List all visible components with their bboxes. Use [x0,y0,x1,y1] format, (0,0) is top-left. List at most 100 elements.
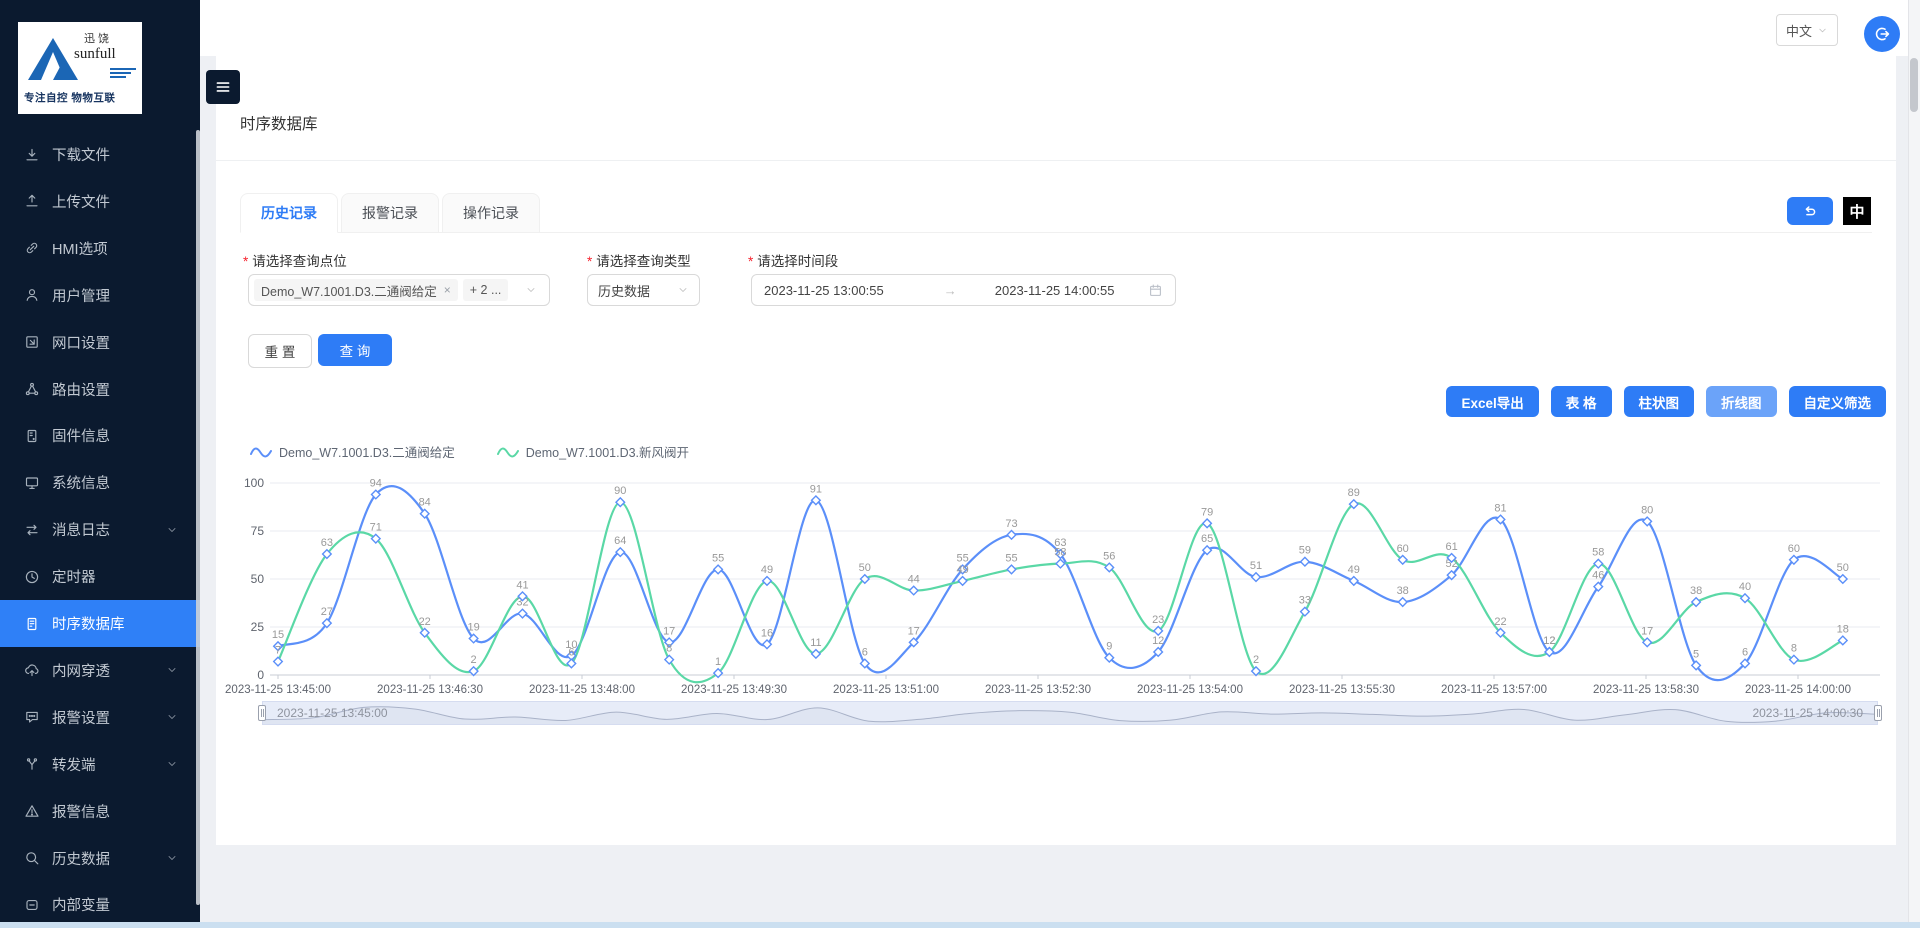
svg-text:2023-11-25 13:51:00: 2023-11-25 13:51:00 [833,684,939,696]
svg-text:19: 19 [467,622,479,634]
svg-text:79: 79 [1201,506,1213,518]
sidebar-item-upload[interactable]: 上传文件 [0,178,200,225]
svg-text:63: 63 [321,537,333,549]
chart-toolbar-button-3[interactable]: 折线图 [1706,386,1777,417]
type-select-value: 历史数据 [598,281,650,300]
datazoom-right-handle[interactable] [1874,705,1882,721]
datazoom-left-handle[interactable] [258,705,266,721]
svg-text:40: 40 [1739,581,1751,593]
undo-button[interactable] [1787,197,1833,225]
nat-icon [24,662,40,678]
sidebar-item-link[interactable]: HMI选项 [0,225,200,272]
legend-label: Demo_W7.1001.D3.二通阀给定 [279,442,455,461]
legend-wave-icon [250,445,272,459]
svg-text:2023-11-25 13:55:30: 2023-11-25 13:55:30 [1289,684,1395,696]
tab-0[interactable]: 历史记录 [240,193,338,233]
svg-text:64: 64 [614,535,626,547]
chevron-down-icon [1817,25,1828,36]
legend-item-1[interactable]: Demo_W7.1001.D3.新风阀开 [497,442,689,461]
datazoom-slider[interactable]: 2023-11-25 13:45:00 2023-11-25 14:00:30 [262,701,1878,725]
sidebar-item-download[interactable]: 下载文件 [0,131,200,178]
sidebar-item-label: 定时器 [52,566,96,587]
chevron-down-icon [166,664,178,676]
sidebar-item-system[interactable]: 系统信息 [0,459,200,506]
chart-toolbar-button-1[interactable]: 表 格 [1551,386,1612,417]
sidebar-collapse-button[interactable] [206,70,240,104]
datazoom-preview-wave [263,702,1877,724]
svg-text:51: 51 [1250,560,1262,572]
tsdb-icon [24,616,40,632]
language-toggle-button[interactable]: 中 [1843,197,1871,225]
sidebar-scrollbar[interactable] [196,130,200,905]
sidebar-item-nat[interactable]: 内网穿透 [0,647,200,694]
svg-text:1: 1 [715,656,721,668]
sidebar-item-alarm-info[interactable]: 报警信息 [0,788,200,835]
point-multiselect[interactable]: Demo_W7.1001.D3.二通阀给定 × + 2 ... [248,274,550,306]
sidebar-item-label: 消息日志 [52,519,110,540]
sidebar-item-alarm-config[interactable]: 报警设置 [0,694,200,741]
range-start-value[interactable]: 2023-11-25 13:00:55 [764,283,884,298]
svg-text:59: 59 [1299,545,1311,557]
svg-text:22: 22 [419,616,431,628]
horizontal-scrollbar[interactable] [0,922,1920,928]
chart-toolbar-button-4[interactable]: 自定义筛选 [1789,386,1887,417]
chart-toolbar-button-0[interactable]: Excel导出 [1446,386,1538,417]
sidebar-item-variable[interactable]: 内部变量 [0,881,200,928]
sidebar-item-user[interactable]: 用户管理 [0,272,200,319]
required-asterisk: * [748,254,753,269]
user-icon [24,287,40,303]
more-points-tag[interactable]: + 2 ... [463,279,509,301]
chevron-down-icon [166,852,178,864]
page-scrollbar[interactable] [1908,0,1920,928]
svg-text:50: 50 [859,562,871,574]
legend-item-0[interactable]: Demo_W7.1001.D3.二通阀给定 [250,442,455,461]
svg-text:7: 7 [275,645,281,657]
query-button[interactable]: 查 询 [318,334,392,366]
sidebar-item-label: 用户管理 [52,285,110,306]
type-select[interactable]: 历史数据 [587,274,700,306]
svg-text:2023-11-25 13:45:00: 2023-11-25 13:45:00 [225,684,331,696]
brand-name-en: sunfull [74,46,116,63]
chart-toolbar-button-2[interactable]: 柱状图 [1624,386,1695,417]
svg-text:12: 12 [1152,635,1164,647]
svg-text:2023-11-25 13:46:30: 2023-11-25 13:46:30 [377,684,483,696]
menu-list-icon [214,78,232,96]
legend-label: Demo_W7.1001.D3.新风阀开 [526,442,689,461]
sidebar-item-log[interactable]: 消息日志 [0,506,200,553]
sidebar-item-label: 网口设置 [52,332,110,353]
language-select[interactable]: 中文 [1776,14,1838,46]
sidebar-item-label: HMI选项 [52,238,108,259]
range-end-value[interactable]: 2023-11-25 14:00:55 [995,283,1115,298]
svg-text:15: 15 [272,629,284,641]
content-card: 时序数据库 历史记录报警记录操作记录 中 *请选择查询点位 *请选择查询类型 *… [216,56,1896,845]
svg-text:75: 75 [251,524,265,538]
svg-text:46: 46 [1592,570,1604,582]
sidebar-item-forward[interactable]: 转发端 [0,741,200,788]
sidebar-item-port[interactable]: 网口设置 [0,319,200,366]
reset-button[interactable]: 重 置 [248,334,312,368]
sidebar-item-label: 下载文件 [52,144,110,165]
sidebar-item-label: 时序数据库 [52,613,125,634]
svg-text:8: 8 [666,643,672,655]
tab-2[interactable]: 操作记录 [442,193,540,233]
brand-tagline: 专注自控 物物互联 [24,90,115,105]
sidebar-item-history[interactable]: 历史数据 [0,835,200,882]
sidebar: 迅饶 sunfull 专注自控 物物互联 下载文件上传文件HMI选项用户管理网口… [0,0,200,928]
remove-tag-icon[interactable]: × [444,283,451,297]
sidebar-item-label: 历史数据 [52,848,110,869]
sidebar-item-timer[interactable]: 定时器 [0,553,200,600]
svg-text:2023-11-25 13:58:30: 2023-11-25 13:58:30 [1593,684,1699,696]
date-range-picker[interactable]: 2023-11-25 13:00:55 → 2023-11-25 14:00:5… [751,274,1176,306]
route-icon [24,381,40,397]
chevron-down-icon [525,284,537,296]
svg-text:17: 17 [1641,625,1653,637]
selected-point-tag[interactable]: Demo_W7.1001.D3.二通阀给定 × [254,279,458,301]
svg-text:17: 17 [663,625,675,637]
page-scrollbar-thumb[interactable] [1910,58,1918,112]
svg-text:6: 6 [568,646,574,658]
sidebar-item-tsdb[interactable]: 时序数据库 [0,600,200,647]
tab-1[interactable]: 报警记录 [341,193,439,233]
logout-avatar-button[interactable] [1864,16,1900,52]
sidebar-item-firmware[interactable]: 固件信息 [0,412,200,459]
sidebar-item-route[interactable]: 路由设置 [0,366,200,413]
